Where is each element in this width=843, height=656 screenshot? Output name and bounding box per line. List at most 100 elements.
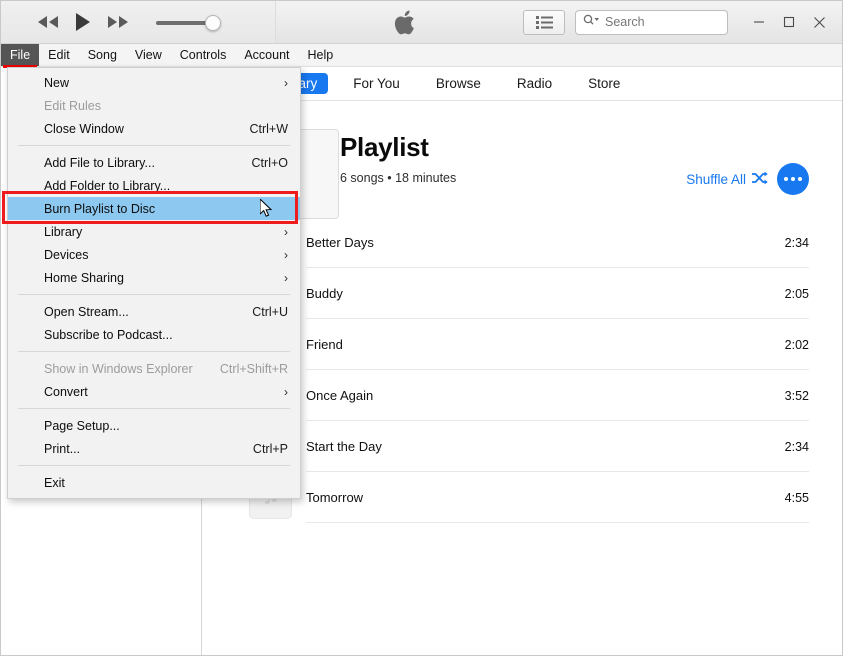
menu-item-label: Add Folder to Library...	[44, 178, 171, 193]
menu-item-label: Add File to Library...	[44, 155, 155, 170]
menu-item-label: Show in Windows Explorer	[44, 361, 193, 376]
menu-item-home-sharing[interactable]: Home Sharing ›	[8, 266, 300, 289]
menu-item-print[interactable]: Print... Ctrl+P	[8, 437, 300, 460]
playlist-subtitle: 6 songs • 18 minutes	[340, 170, 457, 185]
menu-item-shortcut: Ctrl+Shift+R	[219, 361, 288, 376]
menu-item-new[interactable]: New ›	[8, 71, 300, 94]
rewind-icon[interactable]	[37, 15, 59, 29]
menu-separator	[18, 294, 290, 295]
submenu-chevron-right-icon: ›	[284, 270, 288, 285]
menu-item-label: Burn Playlist to Disc	[44, 201, 156, 216]
menubar-item-file[interactable]: File	[1, 44, 40, 68]
menu-item-label: Print...	[44, 441, 81, 456]
mouse-cursor-icon	[259, 197, 274, 219]
maximize-button[interactable]	[774, 11, 804, 33]
shuffle-icon	[751, 171, 768, 188]
tab-store[interactable]: Store	[577, 73, 631, 94]
menu-item-label: Devices	[44, 247, 89, 262]
menu-item-devices[interactable]: Devices ›	[8, 243, 300, 266]
menu-item-exit[interactable]: Exit	[8, 471, 300, 494]
toolbar-right-group: Search	[523, 1, 842, 43]
play-icon[interactable]	[74, 12, 92, 32]
transport-controls	[37, 12, 129, 32]
menu-item-edit-rules: Edit Rules	[8, 94, 300, 117]
tab-for-you[interactable]: For You	[342, 73, 411, 94]
menu-separator	[18, 145, 290, 146]
menubar-item-help[interactable]: Help	[299, 44, 343, 66]
menubar-item-account[interactable]: Account	[235, 44, 298, 66]
close-button[interactable]	[804, 11, 834, 33]
song-duration: 2:05	[784, 286, 809, 301]
top-toolbar: Search	[1, 1, 842, 44]
menu-item-open-stream[interactable]: Open Stream... Ctrl+U	[8, 300, 300, 323]
menu-item-shortcut: Ctrl+O	[251, 155, 288, 170]
menu-item-page-setup[interactable]: Page Setup...	[8, 414, 300, 437]
menu-item-shortcut: Ctrl+W	[249, 121, 288, 136]
shuffle-all-button[interactable]: Shuffle All	[686, 171, 768, 188]
menu-item-label: Edit Rules	[44, 98, 101, 113]
more-dots	[784, 177, 802, 181]
menu-item-label: Page Setup...	[44, 418, 120, 433]
song-duration: 3:52	[784, 388, 809, 403]
submenu-chevron-right-icon: ›	[284, 75, 288, 90]
volume-slider[interactable]	[156, 15, 226, 31]
list-view-icon[interactable]	[523, 9, 565, 35]
minimize-button[interactable]	[744, 11, 774, 33]
song-title: Buddy	[306, 286, 343, 301]
itunes-window: Search File Edit Song View Controls Account He…	[0, 0, 843, 656]
playlist-actions: Shuffle All	[686, 163, 809, 195]
submenu-chevron-right-icon: ›	[284, 247, 288, 262]
menubar-item-song[interactable]: Song	[79, 44, 126, 66]
file-menu-dropdown: New › Edit Rules Close Window Ctrl+W Add File…	[2, 67, 301, 499]
menu-separator	[18, 408, 290, 409]
menu-item-show-in-windows-explorer: Show in Windows Explorer Ctrl+Shift+R	[8, 357, 300, 380]
song-duration: 2:02	[784, 337, 809, 352]
menu-item-label: Close Window	[44, 121, 124, 136]
song-title: Once Again	[306, 388, 374, 403]
menu-item-label: Library	[44, 224, 83, 239]
volume-knob[interactable]	[205, 15, 221, 31]
shuffle-all-label: Shuffle All	[686, 171, 746, 187]
menu-item-label: Open Stream...	[44, 304, 129, 319]
menubar-item-edit[interactable]: Edit	[39, 44, 79, 66]
menubar-item-view[interactable]: View	[126, 44, 171, 66]
menu-separator	[18, 465, 290, 466]
menu-item-close-window[interactable]: Close Window Ctrl+W	[8, 117, 300, 140]
menu-item-label: Convert	[44, 384, 88, 399]
song-title: Friend	[306, 337, 343, 352]
song-duration: 2:34	[784, 235, 809, 250]
menubar-item-controls[interactable]: Controls	[171, 44, 236, 66]
menu-item-label: Home Sharing	[44, 270, 124, 285]
song-duration: 4:55	[784, 490, 809, 505]
menu-item-add-file-to-library[interactable]: Add File to Library... Ctrl+O	[8, 151, 300, 174]
song-duration: 2:34	[784, 439, 809, 454]
submenu-chevron-right-icon: ›	[284, 224, 288, 239]
menu-item-shortcut: Ctrl+U	[252, 304, 288, 319]
tab-radio[interactable]: Radio	[506, 73, 563, 94]
tab-browse[interactable]: Browse	[425, 73, 492, 94]
search-input[interactable]: Search	[575, 9, 728, 35]
menu-item-label: Subscribe to Podcast...	[44, 327, 173, 342]
menu-separator	[18, 351, 290, 352]
more-options-icon[interactable]	[777, 163, 809, 195]
fast-forward-icon[interactable]	[107, 15, 129, 29]
menu-bar: File Edit Song View Controls Account Help	[1, 44, 842, 68]
playback-controls-pane	[1, 1, 276, 43]
submenu-chevron-right-icon: ›	[284, 384, 288, 399]
menu-item-library[interactable]: Library ›	[8, 220, 300, 243]
menu-item-subscribe-to-podcast[interactable]: Subscribe to Podcast...	[8, 323, 300, 346]
song-title: Better Days	[306, 235, 374, 250]
search-magnifier-icon	[583, 13, 601, 31]
menu-item-add-folder-to-library[interactable]: Add Folder to Library...	[8, 174, 300, 197]
menu-item-convert[interactable]: Convert ›	[8, 380, 300, 403]
apple-logo-icon	[393, 8, 419, 38]
song-title: Start the Day	[306, 439, 382, 454]
song-title: Tomorrow	[306, 490, 364, 505]
menu-item-burn-playlist-to-disc[interactable]: Burn Playlist to Disc	[2, 191, 300, 224]
window-controls	[744, 11, 834, 33]
search-placeholder: Search	[605, 15, 645, 29]
menu-item-label: Exit	[44, 475, 65, 490]
menu-item-label: New	[44, 75, 70, 90]
menu-item-shortcut: Ctrl+P	[252, 441, 288, 456]
playlist-meta: Playlist 6 songs • 18 minutes	[340, 133, 456, 185]
